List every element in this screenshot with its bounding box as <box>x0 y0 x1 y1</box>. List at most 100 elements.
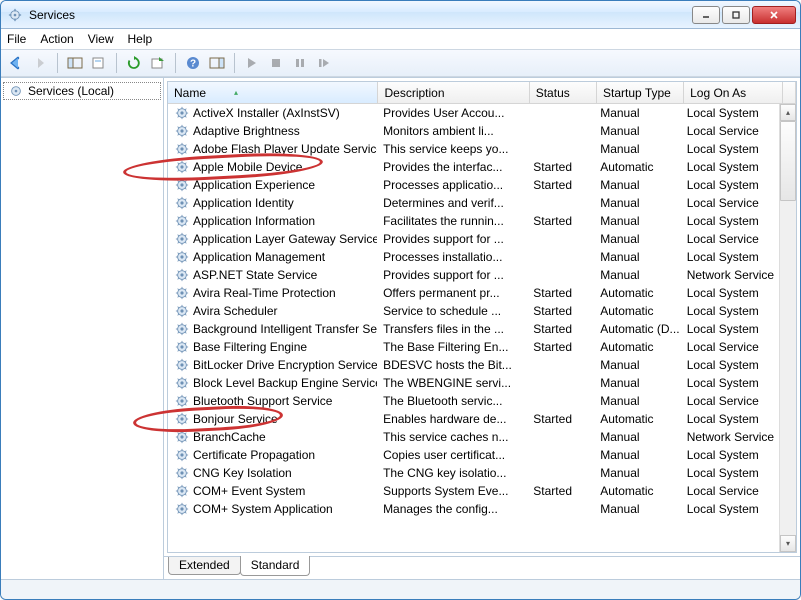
service-row[interactable]: Application Identity Determines and verif… <box>168 194 779 212</box>
service-description: The WBENGINE servi... <box>377 376 527 390</box>
service-log-on-as: Local System <box>681 358 779 372</box>
service-description: The CNG key isolatio... <box>377 466 527 480</box>
service-gear-icon <box>174 231 190 247</box>
service-row[interactable]: BranchCacheThis service caches n...Manua… <box>168 428 779 446</box>
service-name: COM+ Event System <box>193 484 305 498</box>
service-log-on-as: Local System <box>681 250 779 264</box>
back-button[interactable] <box>5 52 27 74</box>
service-gear-icon <box>174 339 190 355</box>
service-gear-icon <box>174 267 190 283</box>
service-row[interactable]: Application ManagementProcesses installa… <box>168 248 779 266</box>
tab-extended[interactable]: Extended <box>168 557 241 575</box>
show-hide-action-pane-button[interactable] <box>206 52 228 74</box>
tab-standard[interactable]: Standard <box>240 556 311 576</box>
service-row[interactable]: Bluetooth Support ServiceThe Bluetooth s… <box>168 392 779 410</box>
help-button[interactable]: ? <box>182 52 204 74</box>
service-gear-icon <box>174 411 190 427</box>
scroll-thumb[interactable] <box>780 121 796 201</box>
service-startup-type: Automatic <box>594 286 681 300</box>
close-button[interactable] <box>752 6 796 24</box>
service-description: Monitors ambient li... <box>377 124 527 138</box>
column-header-startup-type[interactable]: Startup Type <box>597 82 684 103</box>
service-row[interactable]: COM+ System ApplicationManages the confi… <box>168 500 779 518</box>
titlebar[interactable]: Services <box>1 1 800 29</box>
refresh-button[interactable] <box>123 52 145 74</box>
menu-help[interactable]: Help <box>128 32 153 46</box>
service-name: Background Intelligent Transfer Service <box>193 322 377 336</box>
service-row[interactable]: Adobe Flash Player Update ServiceThis se… <box>168 140 779 158</box>
service-gear-icon <box>174 393 190 409</box>
service-name: Application Identity <box>193 196 294 210</box>
service-row[interactable]: COM+ Event SystemSupports System Eve...S… <box>168 482 779 500</box>
restart-service-button[interactable] <box>313 52 335 74</box>
service-startup-type: Manual <box>594 196 681 210</box>
menu-action[interactable]: Action <box>40 32 73 46</box>
column-header-name[interactable]: Name <box>168 82 378 103</box>
service-description: This service keeps yo... <box>377 142 527 156</box>
scroll-up-button[interactable]: ▴ <box>780 104 796 121</box>
service-row[interactable]: Application Layer Gateway ServiceProvide… <box>168 230 779 248</box>
start-service-button[interactable] <box>241 52 263 74</box>
service-log-on-as: Local System <box>681 304 779 318</box>
service-row[interactable]: CNG Key IsolationThe CNG key isolatio...… <box>168 464 779 482</box>
properties-button[interactable] <box>88 52 110 74</box>
service-log-on-as: Local System <box>681 466 779 480</box>
service-row[interactable]: Apple Mobile DeviceProvides the interfac… <box>168 158 779 176</box>
service-description: Provides the interfac... <box>377 160 527 174</box>
service-log-on-as: Local Service <box>681 124 779 138</box>
service-row[interactable]: Avira Real-Time ProtectionOffers permane… <box>168 284 779 302</box>
maximize-button[interactable] <box>722 6 750 24</box>
scroll-down-button[interactable]: ▾ <box>780 535 796 552</box>
service-description: Determines and verif... <box>377 196 527 210</box>
stop-service-button[interactable] <box>265 52 287 74</box>
show-hide-console-tree-button[interactable] <box>64 52 86 74</box>
service-row[interactable]: Application InformationFacilitates the r… <box>168 212 779 230</box>
forward-button[interactable] <box>29 52 51 74</box>
service-log-on-as: Local System <box>681 142 779 156</box>
column-header-log-on-as[interactable]: Log On As <box>684 82 783 103</box>
service-row[interactable]: ASP.NET State ServiceProvides support fo… <box>168 266 779 284</box>
service-description: Processes installatio... <box>377 250 527 264</box>
service-row[interactable]: Certificate PropagationCopies user certi… <box>168 446 779 464</box>
service-log-on-as: Local System <box>681 160 779 174</box>
export-list-button[interactable] <box>147 52 169 74</box>
service-description: Facilitates the runnin... <box>377 214 527 228</box>
column-header-description[interactable]: Description <box>378 82 529 103</box>
tree-item-label: Services (Local) <box>28 84 114 98</box>
column-header-status[interactable]: Status <box>530 82 597 103</box>
service-startup-type: Manual <box>594 250 681 264</box>
service-gear-icon <box>174 465 190 481</box>
menu-view[interactable]: View <box>88 32 114 46</box>
service-row[interactable]: Background Intelligent Transfer ServiceT… <box>168 320 779 338</box>
service-log-on-as: Local Service <box>681 340 779 354</box>
service-row[interactable]: ActiveX Installer (AxInstSV)Provides Use… <box>168 104 779 122</box>
service-name: Adobe Flash Player Update Service <box>193 142 377 156</box>
service-name: Application Layer Gateway Service <box>193 232 377 246</box>
service-log-on-as: Local System <box>681 214 779 228</box>
service-row[interactable]: Avira SchedulerService to schedule ...St… <box>168 302 779 320</box>
service-row[interactable]: BitLocker Drive Encryption ServiceBDESVC… <box>168 356 779 374</box>
service-startup-type: Automatic <box>594 160 681 174</box>
service-name: Application Experience <box>193 178 315 192</box>
service-gear-icon <box>174 303 190 319</box>
service-row[interactable]: Base Filtering EngineThe Base Filtering … <box>168 338 779 356</box>
service-log-on-as: Network Service <box>681 430 779 444</box>
tree-item-services-local[interactable]: Services (Local) <box>3 82 161 100</box>
service-name: Block Level Backup Engine Service <box>193 376 377 390</box>
pause-service-button[interactable] <box>289 52 311 74</box>
service-status: Started <box>527 304 594 318</box>
service-status: Started <box>527 484 594 498</box>
service-description: Offers permanent pr... <box>377 286 527 300</box>
menu-file[interactable]: File <box>7 32 26 46</box>
content-area: Services (Local) Name Description Status… <box>1 77 800 579</box>
service-status: Started <box>527 214 594 228</box>
service-row[interactable]: Adaptive BrightnessMonitors ambient li..… <box>168 122 779 140</box>
service-row[interactable]: Application ExperienceProcesses applicat… <box>168 176 779 194</box>
service-description: Provides User Accou... <box>377 106 527 120</box>
service-row[interactable]: Bonjour ServiceEnables hardware de...Sta… <box>168 410 779 428</box>
service-startup-type: Manual <box>594 268 681 282</box>
vertical-scrollbar[interactable]: ▴ ▾ <box>779 104 796 552</box>
service-status: Started <box>527 160 594 174</box>
minimize-button[interactable] <box>692 6 720 24</box>
service-row[interactable]: Block Level Backup Engine ServiceThe WBE… <box>168 374 779 392</box>
